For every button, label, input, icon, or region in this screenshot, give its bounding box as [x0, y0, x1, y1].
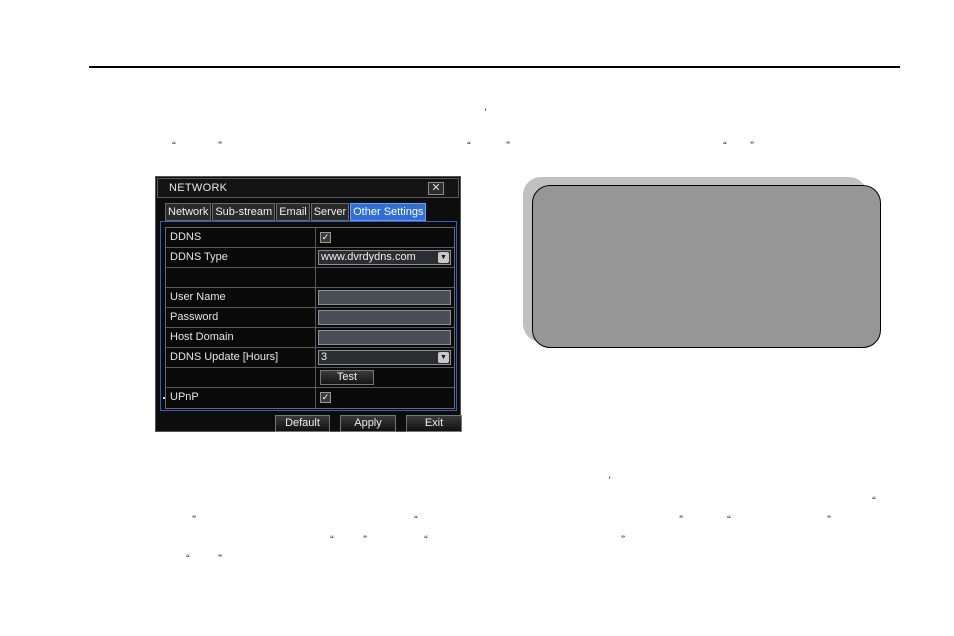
upnp-label: UPnP — [163, 388, 316, 408]
network-dialog: NETWORK ✕ Network Sub-stream Email Serve… — [155, 176, 462, 432]
row-ddns-update: DDNS Update [Hours] 3 ▼ — [166, 348, 454, 368]
row-test: Test — [166, 368, 454, 388]
chevron-down-icon[interactable]: ▼ — [438, 252, 449, 263]
dialog-titlebar: NETWORK ✕ — [157, 178, 459, 198]
upnp-checkbox[interactable]: ✓ — [320, 392, 331, 403]
test-row-label — [166, 368, 316, 387]
apply-button[interactable]: Apply — [340, 415, 396, 432]
tab-other-settings[interactable]: Other Settings — [350, 203, 427, 221]
dialog-title: NETWORK — [169, 182, 228, 194]
row-user-name: User Name — [166, 288, 454, 308]
tab-bar: Network Sub-stream Email Server Other Se… — [165, 203, 427, 221]
test-button[interactable]: Test — [320, 370, 374, 385]
host-domain-label: Host Domain — [166, 328, 316, 347]
settings-panel: DDNS ✓ DDNS Type www.dvrdydns.com ▼ User… — [160, 221, 457, 411]
ddns-label: DDNS — [166, 228, 316, 247]
close-icon[interactable]: ✕ — [428, 182, 444, 195]
chevron-down-icon[interactable]: ▼ — [438, 352, 449, 363]
upnp-label-text: UPnP — [170, 391, 199, 403]
quote-mark: “ — [414, 514, 418, 524]
quote-mark: “ — [186, 553, 190, 563]
ddns-update-value: 3 — [321, 351, 328, 363]
quote-mark: “ — [172, 140, 176, 150]
quote-mark: ” — [218, 140, 222, 150]
default-button[interactable]: Default — [275, 415, 330, 432]
row-host-domain: Host Domain — [166, 328, 454, 348]
row-ddns: DDNS ✓ — [166, 228, 454, 248]
ddns-type-select[interactable]: www.dvrdydns.com ▼ — [318, 250, 451, 265]
host-domain-input[interactable] — [318, 330, 451, 345]
ddns-type-value: www.dvrdydns.com — [321, 251, 416, 263]
header-rule — [89, 66, 900, 68]
ddns-update-label: DDNS Update [Hours] — [166, 348, 316, 367]
row-password: Password — [166, 308, 454, 328]
quote-mark: ” — [827, 514, 831, 524]
row-blank — [166, 268, 454, 288]
quote-mark: ” — [506, 140, 510, 150]
tab-server[interactable]: Server — [310, 203, 350, 221]
apostrophe-mark: ’ — [608, 475, 611, 485]
quote-mark: “ — [467, 140, 471, 150]
password-input[interactable] — [318, 310, 451, 325]
bullet-dot — [163, 397, 165, 399]
quote-mark: “ — [872, 495, 876, 505]
blank-label — [166, 268, 316, 287]
quote-mark: ” — [218, 553, 222, 563]
quote-mark: “ — [424, 534, 428, 544]
quote-mark: ” — [679, 514, 683, 524]
settings-grid: DDNS ✓ DDNS Type www.dvrdydns.com ▼ User… — [163, 227, 455, 409]
note-box — [532, 185, 881, 348]
quote-mark: ” — [363, 534, 367, 544]
quote-mark: ” — [750, 140, 754, 150]
tab-sub-stream[interactable]: Sub-stream — [212, 203, 276, 221]
user-name-label: User Name — [166, 288, 316, 307]
quote-mark: ” — [192, 514, 196, 524]
quote-mark: “ — [723, 140, 727, 150]
row-upnp: UPnP ✓ — [163, 388, 454, 408]
apostrophe-mark: ’ — [484, 107, 487, 117]
quote-mark: “ — [330, 534, 334, 544]
quote-mark: “ — [727, 514, 731, 524]
ddns-checkbox[interactable]: ✓ — [320, 232, 331, 243]
exit-button[interactable]: Exit — [406, 415, 462, 432]
tab-email[interactable]: Email — [276, 203, 310, 221]
quote-mark: ” — [621, 534, 625, 544]
ddns-type-label: DDNS Type — [166, 248, 316, 267]
ddns-update-select[interactable]: 3 ▼ — [318, 350, 451, 365]
row-ddns-type: DDNS Type www.dvrdydns.com ▼ — [166, 248, 454, 268]
user-name-input[interactable] — [318, 290, 451, 305]
password-label: Password — [166, 308, 316, 327]
tab-network[interactable]: Network — [165, 203, 212, 221]
